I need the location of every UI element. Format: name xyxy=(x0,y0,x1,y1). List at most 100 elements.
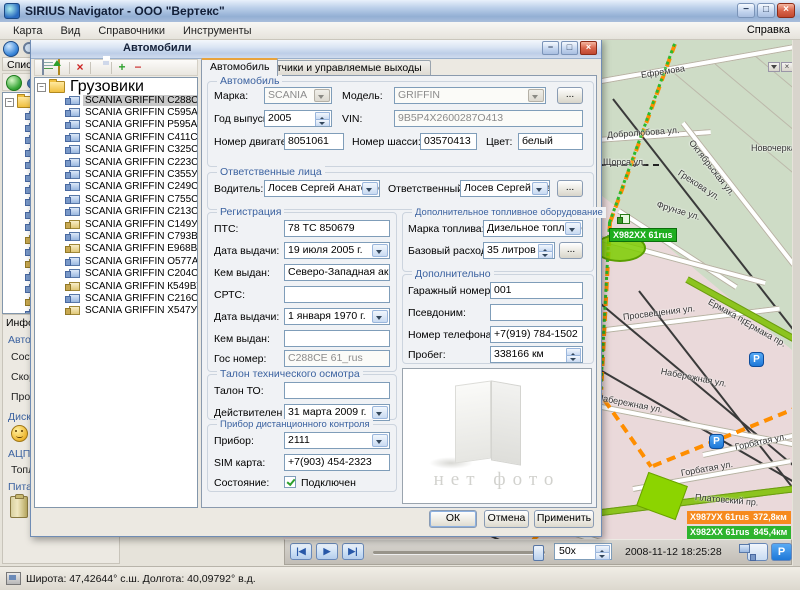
spin-down-icon[interactable] xyxy=(315,119,330,127)
tree-item-vehicle[interactable]: SCANIA GRIFFIN С325СТ 61rus xyxy=(35,144,197,156)
playback-slider-thumb[interactable] xyxy=(533,545,544,561)
menu-item[interactable]: Справочники xyxy=(89,24,174,38)
tree-item-vehicle[interactable]: SCANIA GRIFFIN С204СС 61rus xyxy=(35,267,197,279)
tree-item-vehicle[interactable]: SCANIA GRIFFIN О577АУ 61rus xyxy=(35,255,197,267)
alias-field[interactable] xyxy=(490,304,583,321)
srts-date-combo[interactable]: 1 января 1970 г. xyxy=(284,308,390,325)
tab-car[interactable]: Автомобиль xyxy=(201,58,278,76)
tab-sensors[interactable]: Датчики и управляемые выходы xyxy=(255,60,431,76)
vin-field[interactable]: 9B5P4X2600287O413 xyxy=(394,110,583,127)
globe-icon[interactable] xyxy=(3,41,19,57)
parking-mode-button[interactable]: P xyxy=(771,543,792,561)
combo-arrow-icon[interactable] xyxy=(362,182,378,195)
model-browse-button[interactable]: ... xyxy=(557,87,583,104)
mileage-spinner[interactable]: 338166 км xyxy=(490,346,583,363)
fuel-browse-button[interactable]: ... xyxy=(559,242,583,259)
ticket-field[interactable] xyxy=(284,382,390,399)
tree-item-vehicle[interactable]: SCANIA GRIFFIN К549ВУ 161rus xyxy=(35,280,197,292)
model-combo[interactable]: GRIFFIN xyxy=(394,87,546,104)
playback-speed-spinner[interactable]: 50x xyxy=(554,543,612,560)
vehicle-marker-icon[interactable] xyxy=(617,214,630,224)
minimize-button[interactable]: − xyxy=(737,3,755,18)
tree-item-vehicle[interactable]: SCANIA GRIFFIN С355УС 61rus xyxy=(35,168,197,180)
playback-slider-track[interactable] xyxy=(373,551,545,554)
tree-item-vehicle[interactable]: SCANIA GRIFFIN С213СС 61rus xyxy=(35,206,197,218)
restore-button[interactable]: □ xyxy=(757,3,775,18)
play-button[interactable]: ▶ xyxy=(316,543,338,560)
tree-item-vehicle[interactable]: SCANIA GRIFFIN С149УХ 161rus xyxy=(35,218,197,230)
ok-button[interactable]: ОК xyxy=(429,510,477,528)
menu-item-help[interactable]: Справка xyxy=(747,24,790,36)
tree-item-vehicle[interactable]: SCANIA GRIFFIN С755СТ 61rus xyxy=(35,193,197,205)
dialog-maximize-button[interactable]: □ xyxy=(561,41,578,55)
vehicle-mode-button[interactable] xyxy=(747,543,768,561)
chassis-field[interactable]: 03570413 xyxy=(420,133,477,150)
combo-arrow-icon[interactable] xyxy=(528,89,544,102)
responsible-combo[interactable]: Лосев Сергей Анатольевич xyxy=(460,180,550,197)
tree-item-vehicle[interactable]: SCANIA GRIFFIN С411СС 61rus xyxy=(35,131,197,143)
year-spinner[interactable]: 2005 xyxy=(264,110,332,127)
delete-button[interactable]: × xyxy=(72,61,88,75)
tree-collapse-icon[interactable]: − xyxy=(37,83,46,92)
tree-item-vehicle[interactable]: SCANIA GRIFFIN С288СЕ 61rus xyxy=(35,94,197,106)
title-bar[interactable]: SIRIUS Navigator - ООО "Вертекс" − □ × xyxy=(0,0,800,23)
tree-item-vehicle[interactable]: SCANIA GRIFFIN С793ВВ 61rus xyxy=(35,230,197,242)
import-button[interactable] xyxy=(51,61,67,75)
tree-root-row[interactable]: − Грузовики xyxy=(35,78,197,94)
add-button[interactable]: + xyxy=(114,61,130,75)
pts-date-combo[interactable]: 19 июля 2005 г. xyxy=(284,242,390,259)
spin-down-icon[interactable] xyxy=(538,251,553,259)
dialog-close-button[interactable]: × xyxy=(580,41,597,55)
tree-collapse-icon[interactable]: − xyxy=(5,98,14,107)
tree-item-vehicle[interactable]: SCANIA GRIFFIN С249СС 61rus xyxy=(35,181,197,193)
fuel-type-combo[interactable]: Дизельное топливо xyxy=(483,220,583,237)
map-close-button[interactable]: × xyxy=(781,62,792,72)
srts-field[interactable] xyxy=(284,286,390,303)
globe-green-icon[interactable] xyxy=(6,75,22,91)
combo-arrow-icon[interactable] xyxy=(565,222,581,235)
menu-item[interactable]: Вид xyxy=(51,24,89,38)
spin-down-icon[interactable] xyxy=(566,355,581,363)
persons-browse-button[interactable]: ... xyxy=(557,180,583,197)
dialog-minimize-button[interactable]: − xyxy=(542,41,559,55)
pts-field[interactable]: 78 ТС 850679 xyxy=(284,220,390,237)
tree-root-label[interactable]: Грузовики xyxy=(68,78,146,96)
skip-end-button[interactable]: ▶| xyxy=(342,543,364,560)
combo-arrow-icon[interactable] xyxy=(372,406,388,419)
tree-item-vehicle[interactable]: SCANIA GRIFFIN Р595АА 61rus xyxy=(35,119,197,131)
combo-arrow-icon[interactable] xyxy=(372,434,388,447)
dialog-title-bar[interactable]: Автомобили − □ × xyxy=(31,39,601,59)
driver-combo[interactable]: Лосев Сергей Анатольевич xyxy=(264,180,380,197)
combo-arrow-icon[interactable] xyxy=(532,182,548,195)
tree-item-vehicle[interactable]: SCANIA GRIFFIN Е968ВХ 161rus xyxy=(35,243,197,255)
color-field[interactable]: белый xyxy=(518,133,583,150)
device-combo[interactable]: 2111 xyxy=(284,432,390,449)
tree-item-vehicle[interactable]: SCANIA GRIFFIN С223СС 61rus xyxy=(35,156,197,168)
tree-item-vehicle[interactable]: SCANIA GRIFFIN Х547УХ 161rus xyxy=(35,305,197,317)
apply-button[interactable]: Применить xyxy=(534,510,594,528)
menu-item[interactable]: Инструменты xyxy=(174,24,261,38)
tree-item-vehicle[interactable]: SCANIA GRIFFIN С216СС 61rus xyxy=(35,292,197,304)
plate-field[interactable]: С288СЕ 61_rus xyxy=(284,350,390,367)
engine-field[interactable]: 8051061 xyxy=(284,133,344,150)
sim-field[interactable]: +7(903) 454-2323 xyxy=(284,454,390,471)
close-button[interactable]: × xyxy=(777,3,795,18)
srts-issuer-field[interactable] xyxy=(284,330,390,347)
combo-arrow-icon[interactable] xyxy=(372,310,388,323)
menu-item[interactable]: Карта xyxy=(4,24,51,38)
vehicle-plate-label[interactable]: Х982ХХ 61rus xyxy=(609,228,677,242)
spin-down-icon[interactable] xyxy=(595,552,610,560)
tree-item-vehicle[interactable]: SCANIA GRIFFIN С595АЕ 61rus xyxy=(35,106,197,118)
phone-field[interactable]: +7(919) 784-1502 xyxy=(490,326,583,343)
fuel-rate-spinner[interactable]: 35 литров xyxy=(483,242,555,259)
garage-field[interactable]: 001 xyxy=(490,282,583,299)
combo-arrow-icon[interactable] xyxy=(314,89,330,102)
vehicle-tree[interactable]: − Грузовики SCANIA GRIFFIN С288СЕ 61rus … xyxy=(34,77,198,508)
cancel-button[interactable]: Отмена xyxy=(484,510,529,528)
skip-start-button[interactable]: |◀ xyxy=(290,543,312,560)
map-collapse-button[interactable] xyxy=(768,62,780,72)
brand-combo[interactable]: SCANIA xyxy=(264,87,332,104)
connected-checkbox[interactable] xyxy=(284,476,296,488)
save-button[interactable] xyxy=(93,61,109,75)
parking-marker[interactable]: P xyxy=(749,352,764,367)
